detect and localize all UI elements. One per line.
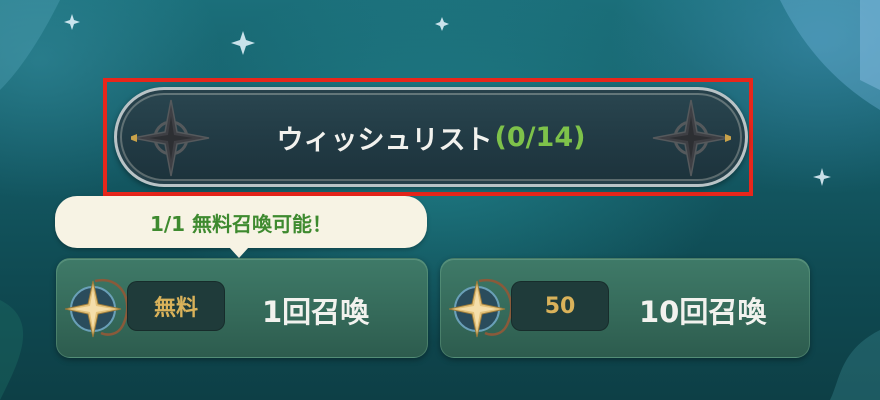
tooltip-text: 1/1 無料召喚可能！ <box>149 211 333 236</box>
wishlist-title: ウィッシュリスト <box>276 124 493 156</box>
single-summon-button[interactable]: 無料 1回召喚 <box>56 258 428 358</box>
summon-star-medal-icon <box>449 278 513 338</box>
compass-star-icon <box>652 99 731 177</box>
ten-summon-button[interactable]: 50 10回召喚 <box>440 258 810 358</box>
cost-pill: 無料 <box>127 281 225 331</box>
summon-label: 10回召喚 <box>639 295 767 329</box>
free-summon-tooltip: 1/1 無料召喚可能！ <box>55 196 427 258</box>
tooltip-tail <box>229 247 249 258</box>
wishlist-count: (0/14) <box>494 121 586 153</box>
summon-label: 1回召喚 <box>262 295 370 329</box>
wishlist-button[interactable]: ウィッシュリスト (0/14) <box>114 87 748 187</box>
compass-star-icon <box>131 99 210 177</box>
cost-pill: 50 <box>511 281 609 331</box>
summon-star-medal-icon <box>65 278 129 338</box>
